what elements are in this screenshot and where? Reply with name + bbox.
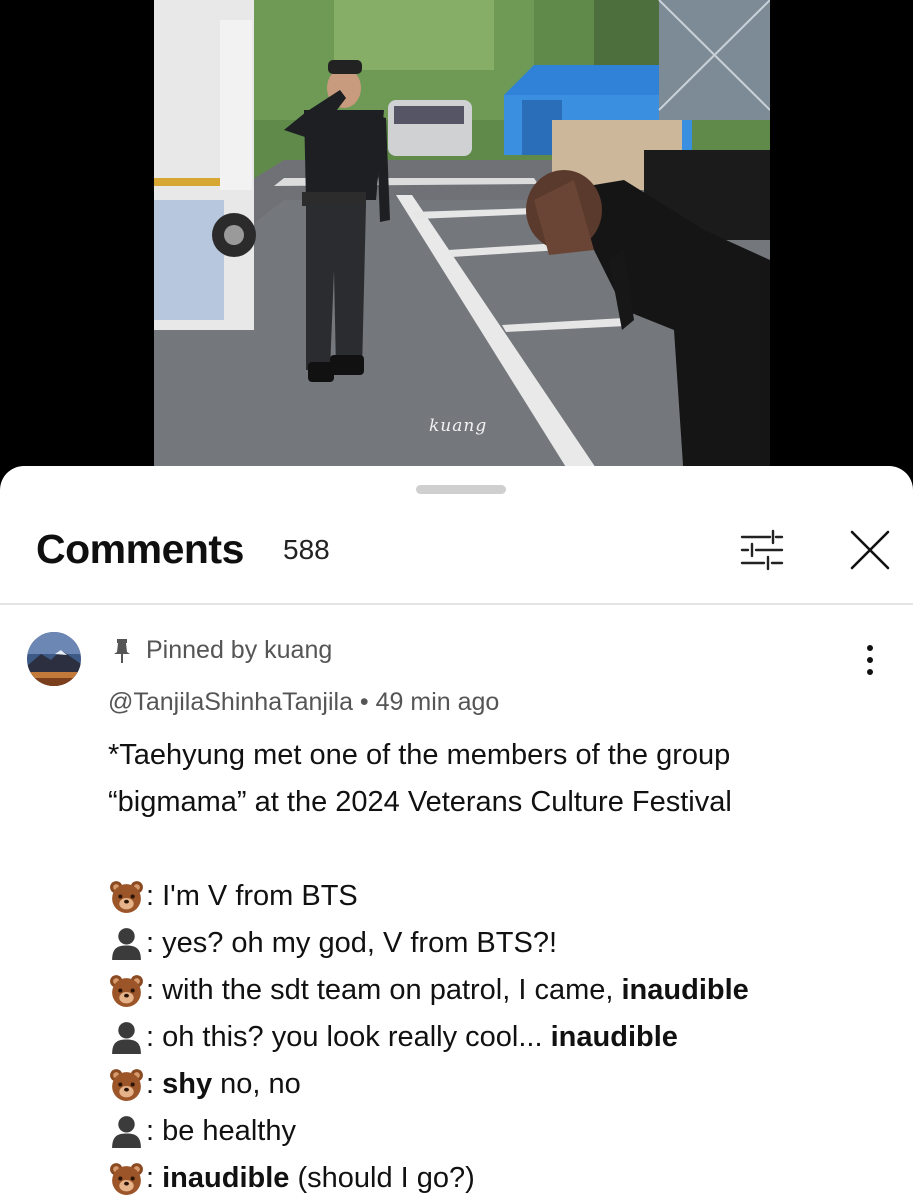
comment-time: 49 min ago xyxy=(375,688,500,716)
dialogue-line: : I'm V from BTS xyxy=(108,873,898,920)
comment-menu-button[interactable] xyxy=(852,638,888,682)
bear-emoji-icon xyxy=(108,972,145,1009)
dialogue-text-after: (should I go?) xyxy=(289,1162,475,1194)
comment-author[interactable]: @TanjilaShinhaTanjila xyxy=(108,688,353,716)
pin-icon xyxy=(114,638,130,663)
comment-body: *Taehyung met one of the members of the … xyxy=(108,732,898,1200)
video-scene xyxy=(154,0,770,480)
sort-filter-button[interactable] xyxy=(734,522,790,578)
comment-intro-line-2: “bigmama” at the 2024 Veterans Culture F… xyxy=(108,786,732,818)
pinned-comment: Pinned by kuang @TanjilaShinhaTanjila • … xyxy=(0,616,913,1200)
dialogue-text: : be healthy xyxy=(146,1115,296,1147)
comment-intro-line-1: *Taehyung met one of the members of the … xyxy=(108,739,731,771)
dialogue-line: : be healthy xyxy=(108,1108,898,1155)
pinned-label: Pinned by kuang xyxy=(146,636,333,664)
pinned-label-row: Pinned by kuang xyxy=(112,636,332,665)
dialogue-line: : inaudible (should I go?) xyxy=(108,1155,898,1200)
dialogue-text: : I'm V from BTS xyxy=(146,880,358,912)
dialogue-text: : oh this? you look really cool... xyxy=(146,1021,551,1053)
dialogue-emphasis: inaudible xyxy=(162,1162,290,1194)
bear-emoji-icon xyxy=(108,878,145,915)
dialogue-text: : yes? oh my god, V from BTS?! xyxy=(146,927,557,959)
drag-handle[interactable] xyxy=(416,485,506,494)
sliders-icon xyxy=(740,529,784,571)
close-icon xyxy=(850,530,890,570)
bear-emoji-icon xyxy=(108,1066,145,1103)
silhouette-emoji-icon xyxy=(108,1019,145,1056)
comments-sheet: Comments 588 Pinned by kuang @TanjilaShi… xyxy=(0,466,913,1200)
comments-count: 588 xyxy=(283,534,330,565)
meta-separator: • xyxy=(352,688,376,716)
avatar[interactable] xyxy=(27,632,81,686)
header-divider xyxy=(0,603,913,605)
dialogue-line: : yes? oh my god, V from BTS?! xyxy=(108,920,898,967)
dialogue-emphasis: shy xyxy=(162,1068,213,1100)
silhouette-emoji-icon xyxy=(108,925,145,962)
dialogue-emphasis: inaudible xyxy=(621,974,749,1006)
comments-title: Comments xyxy=(36,526,244,572)
avatar-image xyxy=(27,632,81,686)
dialogue-emphasis: inaudible xyxy=(550,1021,678,1053)
bear-emoji-icon xyxy=(108,1160,145,1197)
dialogue-text-after: no, no xyxy=(212,1068,301,1100)
video-watermark: kuang xyxy=(429,416,488,436)
dialogue-line: : shy no, no xyxy=(108,1061,898,1108)
dialogue-text: : xyxy=(146,1068,163,1100)
dialogue-line: : oh this? you look really cool... inaud… xyxy=(108,1014,898,1061)
dialogue-text: : xyxy=(146,1162,163,1194)
dialogue-line: : with the sdt team on patrol, I came, i… xyxy=(108,967,898,1014)
more-vertical-icon xyxy=(867,645,873,675)
silhouette-emoji-icon xyxy=(108,1113,145,1150)
comments-header: Comments 588 xyxy=(0,516,913,604)
close-button[interactable] xyxy=(842,522,898,578)
comment-meta: @TanjilaShinhaTanjila • 49 min ago xyxy=(108,688,499,717)
dialogue-text: : with the sdt team on patrol, I came, xyxy=(146,974,622,1006)
video-player[interactable]: kuang xyxy=(0,0,913,480)
dialogue-list: : I'm V from BTS : yes? oh my god, V from… xyxy=(108,873,898,1200)
video-frame[interactable]: kuang xyxy=(154,0,770,480)
